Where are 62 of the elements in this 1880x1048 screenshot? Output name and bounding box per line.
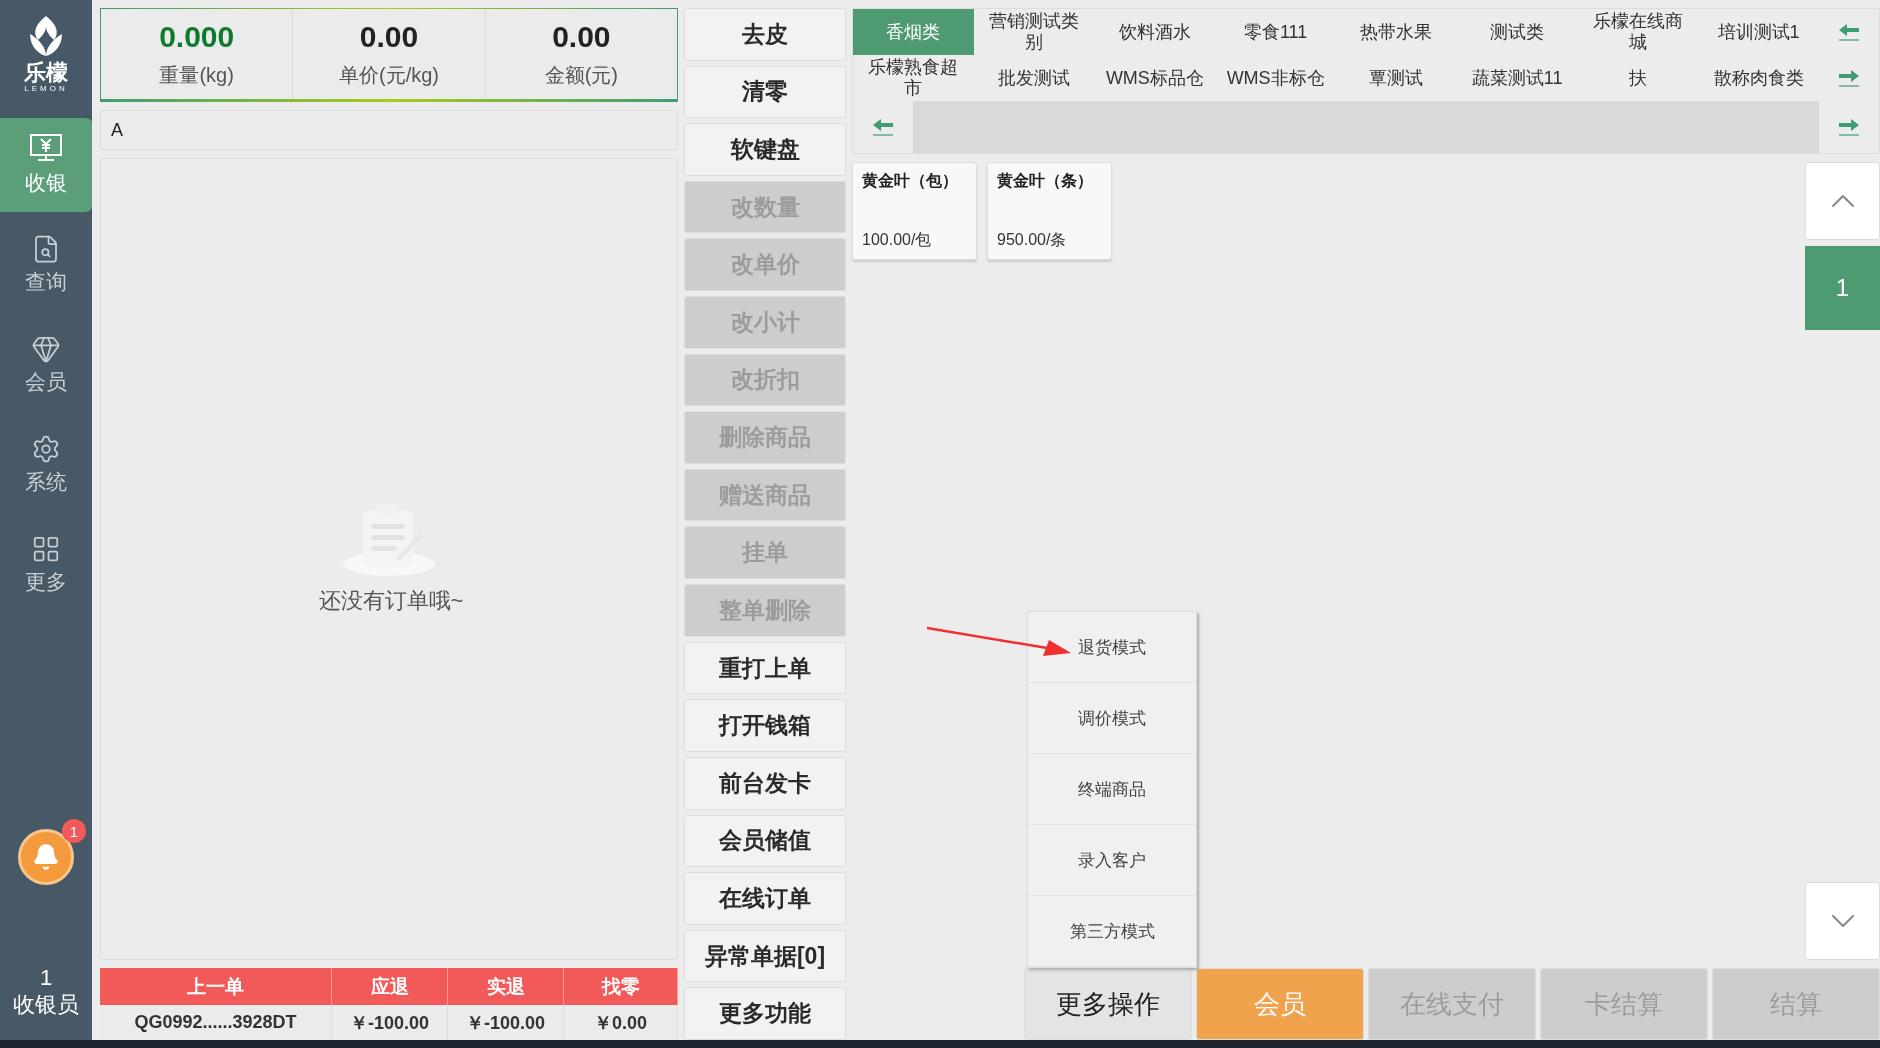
logo-subtitle: LEMON xyxy=(24,84,68,93)
cashier-id: 1 xyxy=(39,965,53,992)
grid-icon xyxy=(31,534,61,564)
cashier-role: 收银员 xyxy=(13,991,79,1018)
page-number: 1 xyxy=(1805,246,1880,330)
scale-value: 0.00 xyxy=(552,19,611,54)
bell-icon xyxy=(32,843,60,872)
product-card[interactable]: 黄金叶（包） 100.00/包 xyxy=(852,162,977,260)
nav-item[interactable]: 查询 xyxy=(0,218,92,312)
action-button[interactable]: 更多操作 xyxy=(1024,968,1192,1040)
scale-value: 0.000 xyxy=(159,19,235,54)
scale-label: 重量(kg) xyxy=(159,62,234,88)
function-button[interactable]: 在线订单 xyxy=(684,872,846,925)
menu-item[interactable]: 录入客户 xyxy=(1028,825,1196,896)
scale-value: 0.00 xyxy=(359,19,419,54)
scale-label: 金额(元) xyxy=(544,62,618,88)
product-card[interactable]: 黄金叶（条） 950.00/条 xyxy=(987,162,1112,260)
right-arrow-icon xyxy=(1837,68,1861,88)
category-tab[interactable]: 饮料酒水 xyxy=(1094,9,1216,55)
category-tab[interactable]: WMS非标仓 xyxy=(1215,55,1336,101)
function-button[interactable]: 会员储值 xyxy=(684,814,846,868)
category-tab[interactable]: 热带水果 xyxy=(1336,9,1457,55)
function-button[interactable]: 更多功能 xyxy=(684,987,846,1040)
nav-item[interactable]: 更多 xyxy=(0,518,92,612)
category-tab[interactable]: 乐檬熟食超市 xyxy=(853,55,974,101)
function-button[interactable]: 前台发卡 xyxy=(684,756,846,810)
right-arrow-icon xyxy=(1837,117,1861,137)
category-tab[interactable]: 批发测试 xyxy=(973,55,1095,101)
table-header: 应退 xyxy=(332,968,448,1005)
function-button[interactable]: 软键盘 xyxy=(684,123,846,176)
category-tab[interactable]: 散称肉食类 xyxy=(1698,55,1819,101)
category-tab[interactable]: 营销测试类别 xyxy=(973,9,1095,55)
table-header: 上一单 xyxy=(100,968,332,1005)
category-tab[interactable]: 培训测试1 xyxy=(1698,9,1819,55)
notification-badge: 1 xyxy=(62,819,86,844)
category-tab[interactable]: 覃测试 xyxy=(1336,55,1457,101)
table-header: 找零 xyxy=(564,968,678,1005)
function-button[interactable]: 清零 xyxy=(684,65,846,119)
table-header: 实退 xyxy=(448,968,564,1005)
left-arrow-icon xyxy=(871,117,895,137)
menu-item[interactable]: 终端商品 xyxy=(1028,754,1196,825)
logo-text: 乐檬 xyxy=(24,62,68,84)
scale-label: 单价(元/kg) xyxy=(339,62,439,88)
function-button[interactable]: 去皮 xyxy=(684,8,846,61)
category-tab[interactable]: WMS标品仓 xyxy=(1094,55,1216,101)
menu-item[interactable]: 调价模式 xyxy=(1028,683,1196,754)
nav-item[interactable]: 系统 xyxy=(0,418,92,512)
diamond-icon xyxy=(31,334,61,364)
function-button[interactable]: 打开钱箱 xyxy=(684,699,846,752)
empty-order-message: 还没有订单哦~ xyxy=(318,587,464,615)
left-arrow-icon xyxy=(1837,22,1861,42)
category-tab[interactable]: 扶 xyxy=(1577,55,1699,101)
settings-icon xyxy=(31,434,61,464)
menu-item[interactable]: 第三方模式 xyxy=(1028,896,1196,967)
search-field[interactable]: A xyxy=(100,110,678,150)
category-tab[interactable]: 乐檬在线商城 xyxy=(1577,9,1699,55)
category-tab[interactable]: 蔬菜测试11 xyxy=(1456,55,1578,101)
function-button[interactable]: 重打上单 xyxy=(684,641,846,695)
nav-item[interactable]: 会员 xyxy=(0,318,92,412)
function-button[interactable]: 异常单据[0] xyxy=(684,929,846,983)
category-tab[interactable]: 零食111 xyxy=(1215,9,1336,55)
category-tab[interactable]: 测试类 xyxy=(1456,9,1578,55)
